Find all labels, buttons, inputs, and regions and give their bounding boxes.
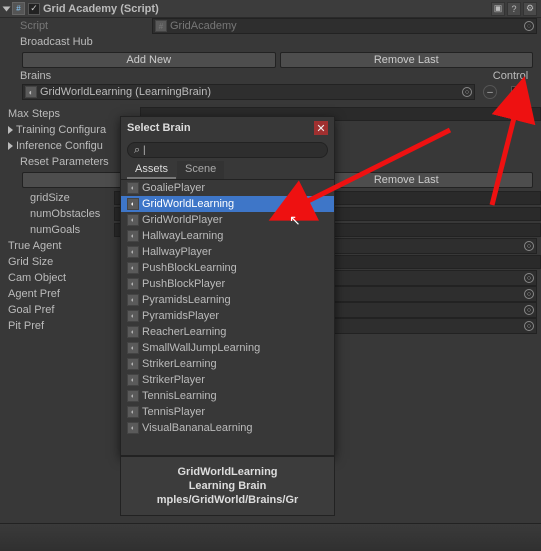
brains-header: Brains — [8, 70, 488, 84]
brain-asset-icon: ◐ — [127, 310, 139, 322]
brain-field[interactable]: ◐ GridWorldLearning (LearningBrain) ○ — [22, 84, 475, 100]
broadcast-label: Broadcast Hub — [20, 36, 152, 48]
script-value: GridAcademy — [170, 20, 237, 32]
preview-type: Learning Brain — [189, 479, 267, 493]
list-item[interactable]: ◐TennisPlayer — [121, 404, 334, 420]
brain-asset-icon: ◐ — [127, 374, 139, 386]
foldout-icon[interactable] — [8, 142, 13, 150]
inference-config-label[interactable]: Inference Configu — [16, 140, 103, 152]
object-picker-icon[interactable]: ○ — [524, 289, 534, 299]
add-new-button[interactable]: Add New — [22, 52, 276, 68]
param-key[interactable]: gridSize — [30, 192, 114, 204]
brain-asset-icon: ◐ — [127, 278, 139, 290]
search-icon: ⌕ — [134, 144, 140, 157]
list-item[interactable]: ◐PushBlockLearning — [121, 260, 334, 276]
list-item[interactable]: ◐PyramidsPlayer — [121, 308, 334, 324]
brain-asset-icon: ◐ — [127, 390, 139, 402]
script-icon: # — [12, 2, 25, 15]
brain-asset-icon: ◐ — [127, 422, 139, 434]
csharp-icon: # — [155, 20, 167, 32]
control-checkbox[interactable]: ✓ — [511, 86, 523, 98]
object-picker-icon[interactable]: ○ — [524, 305, 534, 315]
brain-asset-icon: ◐ — [25, 86, 37, 98]
list-item[interactable]: ◐GridWorldLearning — [121, 196, 334, 212]
list-item[interactable]: ◐PushBlockPlayer — [121, 276, 334, 292]
list-item[interactable]: ◐GridWorldPlayer — [121, 212, 334, 228]
help-icon[interactable]: ? — [507, 2, 521, 16]
tab-assets[interactable]: Assets — [127, 161, 176, 179]
popup-title: Select Brain — [127, 122, 191, 134]
brain-asset-icon: ◐ — [127, 230, 139, 242]
list-item[interactable]: ◐SmallWallJumpLearning — [121, 340, 334, 356]
foldout-icon[interactable] — [8, 126, 13, 134]
brain-asset-icon: ◐ — [127, 342, 139, 354]
list-item[interactable]: ◐HallwayPlayer — [121, 244, 334, 260]
object-picker-icon[interactable]: ○ — [524, 241, 534, 251]
object-picker-icon: ○ — [524, 21, 534, 31]
script-field: # GridAcademy ○ — [152, 18, 537, 34]
brain-asset-icon: ◐ — [127, 406, 139, 418]
remove-last-button[interactable]: Remove Last — [280, 52, 534, 68]
preview-name: GridWorldLearning — [177, 465, 277, 479]
param-key[interactable]: numGoals — [30, 224, 114, 236]
script-label: Script — [20, 20, 152, 32]
component-header[interactable]: # ✓ Grid Academy (Script) ▣ ? ⚙ — [0, 0, 541, 18]
brain-asset-icon: ◐ — [127, 198, 139, 210]
brain-asset-icon: ◐ — [127, 182, 139, 194]
component-title: Grid Academy (Script) — [43, 3, 159, 15]
list-item[interactable]: ◐TennisLearning — [121, 388, 334, 404]
list-item[interactable]: ◐ReacherLearning — [121, 324, 334, 340]
control-header: Control — [488, 70, 533, 84]
brain-asset-icon: ◐ — [127, 326, 139, 338]
list-item[interactable]: ◐HallwayLearning — [121, 228, 334, 244]
selection-preview: GridWorldLearning Learning Brain mples/G… — [120, 456, 335, 516]
object-picker-icon[interactable]: ○ — [524, 321, 534, 331]
param-key[interactable]: numObstacles — [30, 208, 114, 220]
inspector-footer — [0, 523, 541, 551]
brain-asset-icon: ◐ — [127, 214, 139, 226]
preview-path: mples/GridWorld/Brains/Gr — [157, 493, 299, 507]
brain-list: ◐GoaliePlayer◐GridWorldLearning◐GridWorl… — [121, 180, 334, 436]
brain-value: GridWorldLearning (LearningBrain) — [40, 86, 211, 98]
brain-asset-icon: ◐ — [127, 246, 139, 258]
object-picker-icon[interactable]: ○ — [462, 87, 472, 97]
close-icon[interactable]: ✕ — [314, 121, 328, 135]
list-item[interactable]: ◐PyramidsLearning — [121, 292, 334, 308]
search-input[interactable]: ⌕ | — [127, 142, 328, 158]
brain-asset-icon: ◐ — [127, 294, 139, 306]
gear-icon[interactable]: ⚙ — [523, 2, 537, 16]
select-brain-popup: Select Brain ✕ ⌕ | Assets Scene ◐GoalieP… — [120, 116, 335, 456]
training-config-label[interactable]: Training Configura — [16, 124, 106, 136]
enable-checkbox[interactable]: ✓ — [28, 3, 40, 15]
reference-icon[interactable]: ▣ — [491, 2, 505, 16]
brain-asset-icon: ◐ — [127, 262, 139, 274]
object-picker-icon[interactable]: ○ — [524, 273, 534, 283]
list-item[interactable]: ◐StrikerLearning — [121, 356, 334, 372]
remove-brain-button[interactable]: – — [483, 85, 497, 99]
list-item[interactable]: ◐StrikerPlayer — [121, 372, 334, 388]
brain-asset-icon: ◐ — [127, 358, 139, 370]
list-item[interactable]: ◐GoaliePlayer — [121, 180, 334, 196]
list-item[interactable]: ◐VisualBananaLearning — [121, 420, 334, 436]
tab-scene[interactable]: Scene — [177, 161, 224, 179]
foldout-icon[interactable] — [3, 6, 11, 11]
